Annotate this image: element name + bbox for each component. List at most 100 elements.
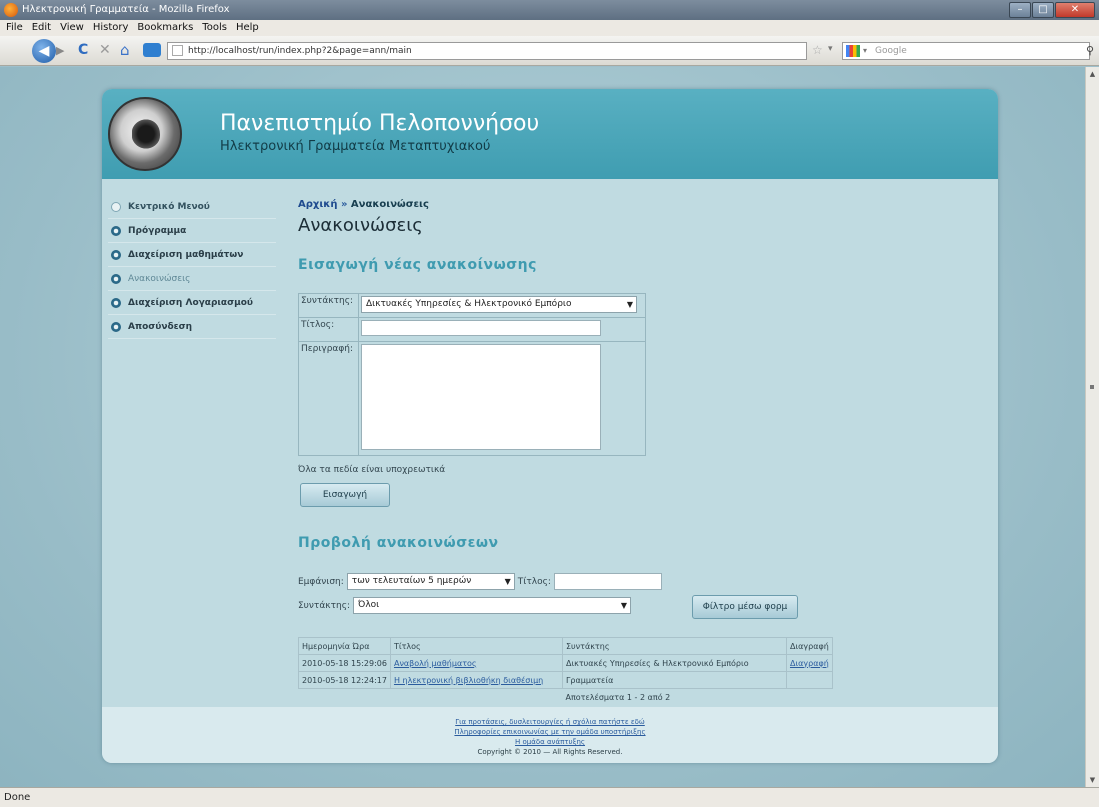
announcement-title-link[interactable]: Η ηλεκτρονική βιβλιοθήκη διαθέσιμη <box>394 676 543 685</box>
author-select[interactable]: Δικτυακές Υπηρεσίες & Ηλεκτρονικό Εμπόρι… <box>361 296 637 313</box>
cell-datetime: 2010-05-18 12:24:17 <box>298 671 391 689</box>
sidebar-item-label: Πρόγραμμα <box>128 225 187 236</box>
author-label: Συντάκτης: <box>298 293 359 318</box>
show-period-select[interactable]: των τελευταίων 5 ημερών ▼ <box>346 573 515 590</box>
university-title: Πανεπιστημίο Πελοποννήσου <box>220 111 540 136</box>
menu-view[interactable]: View <box>60 20 84 36</box>
description-textarea[interactable] <box>361 344 601 450</box>
breadcrumb-home-link[interactable]: Αρχική <box>298 199 337 210</box>
sidebar-item-label: Διαχείριση μαθημάτων <box>128 249 244 260</box>
breadcrumb-current: Ανακοινώσεις <box>350 199 429 210</box>
announcements-table: Ημερομηνία Ώρα Τίτλος Συντάκτης Διαγραφή… <box>298 637 833 706</box>
col-header-author: Συντάκτης <box>561 637 787 655</box>
sidebar-item-course-management[interactable]: Διαχείριση μαθημάτων <box>108 243 276 267</box>
bullet-icon <box>111 322 121 332</box>
breadcrumb-separator: » <box>340 199 348 210</box>
filter-author-label: Συντάκτης: <box>298 600 351 611</box>
bullet-icon <box>111 250 121 260</box>
sidebar-item-label: Ανακοινώσεις <box>128 273 191 284</box>
close-button[interactable]: ✕ <box>1055 2 1095 18</box>
sidebar-item-label: Αποσύνδεση <box>128 321 193 332</box>
reload-icon[interactable]: C <box>78 42 88 58</box>
back-arrow-icon[interactable]: ◀ <box>32 39 56 63</box>
scroll-thumb[interactable] <box>1090 385 1094 389</box>
dev-team-link[interactable]: Η ομάδα ανάπτυξης <box>515 738 585 746</box>
menu-help[interactable]: Help <box>236 20 259 36</box>
university-logo <box>108 97 182 171</box>
url-text: http://localhost/run/index.php?2&page=an… <box>188 46 412 56</box>
vertical-scrollbar[interactable]: ▲ ▼ <box>1085 67 1099 787</box>
sidebar-item-label: Κεντρικό Μενού <box>128 201 210 212</box>
sidebar-item-label: Διαχείριση Λογαριασμού <box>128 297 253 308</box>
view-section-heading: Προβολή ανακοινώσεων <box>298 535 499 551</box>
sidebar-item-announcements[interactable]: Ανακοινώσεις <box>108 267 276 291</box>
contact-link[interactable]: Πληροφορίες επικοινωνίας με την ομάδα υπ… <box>454 728 645 736</box>
sidebar-item-schedule[interactable]: Πρόγραμμα <box>108 219 276 243</box>
page-viewport: Πανεπιστημίο Πελοποννήσου Ηλεκτρονική Γρ… <box>0 67 1085 787</box>
bullet-icon <box>111 298 121 308</box>
filter-title-input[interactable] <box>553 573 662 590</box>
scroll-up-icon[interactable]: ▲ <box>1086 67 1099 81</box>
url-dropdown-icon[interactable]: ▾ <box>828 44 833 54</box>
cell-author: Δικτυακές Υπηρεσίες & Ηλεκτρονικό Εμπόρι… <box>561 654 787 672</box>
status-text: Done <box>4 792 31 803</box>
required-note: Όλα τα πεδία είναι υποχρεωτικά <box>298 465 446 475</box>
search-engine-dropdown-icon[interactable]: ▾ <box>863 43 867 59</box>
announcement-title-link[interactable]: Αναβολή μαθήματος <box>394 659 477 668</box>
col-header-datetime: Ημερομηνία Ώρα <box>298 637 391 655</box>
chevron-down-icon: ▼ <box>626 300 633 309</box>
sidebar-item-main-menu[interactable]: Κεντρικό Μενού <box>108 195 276 219</box>
sidebar: Κεντρικό Μενού Πρόγραμμα Διαχείριση μαθη… <box>108 195 276 339</box>
filter-button[interactable]: Φίλτρο μέσω φορμ <box>692 595 798 619</box>
delete-link[interactable]: Διαγραφή <box>790 659 829 668</box>
show-label: Εμφάνιση: <box>298 576 344 587</box>
scroll-down-icon[interactable]: ▼ <box>1086 773 1099 787</box>
cell-author: Γραμματεία <box>561 671 787 689</box>
menu-bar: File Edit View History Bookmarks Tools H… <box>0 20 1099 36</box>
home-icon[interactable]: ⌂ <box>120 41 130 59</box>
table-row: 2010-05-18 15:29:06 Αναβολή μαθήματος Δι… <box>298 654 833 672</box>
forward-arrow-icon[interactable]: ▶ <box>56 43 72 59</box>
search-magnifier-icon[interactable]: ⚲ <box>1086 44 1094 57</box>
chevron-down-icon: ▼ <box>620 601 628 610</box>
menu-tools[interactable]: Tools <box>202 20 227 36</box>
insert-form-table: Συντάκτης: Δικτυακές Υπηρεσίες & Ηλεκτρο… <box>298 293 646 456</box>
show-period-value: των τελευταίων 5 ημερών <box>351 576 472 586</box>
sidebar-item-account-management[interactable]: Διαχείριση Λογαριασμού <box>108 291 276 315</box>
site-container: Πανεπιστημίο Πελοποννήσου Ηλεκτρονική Γρ… <box>102 89 998 763</box>
chevron-down-icon: ▼ <box>504 577 511 586</box>
feedback-link[interactable]: Για προτάσεις, δυσλειτουργίες ή σχόλια π… <box>455 718 645 726</box>
bullet-icon <box>111 226 121 236</box>
bullet-icon <box>111 274 121 284</box>
menu-history[interactable]: History <box>93 20 129 36</box>
university-subtitle: Ηλεκτρονική Γραμματεία Μεταπτυχιακού <box>220 139 491 154</box>
menu-edit[interactable]: Edit <box>32 20 51 36</box>
sidebar-item-logout[interactable]: Αποσύνδεση <box>108 315 276 339</box>
table-footer-row: Αποτελέσματα 1 - 2 από 2 <box>299 689 833 706</box>
site-footer: Για προτάσεις, δυσλειτουργίες ή σχόλια π… <box>102 707 998 763</box>
breadcrumb: Αρχική » Ανακοινώσεις <box>298 199 978 210</box>
url-bar[interactable]: http://localhost/run/index.php?2&page=an… <box>167 42 807 60</box>
filter-author-select[interactable]: Όλοι ▼ <box>353 597 632 614</box>
stop-icon[interactable]: ✕ <box>99 42 111 58</box>
search-placeholder: Google <box>875 46 907 56</box>
title-label: Τίτλος: <box>298 317 359 342</box>
insert-section-heading: Εισαγωγή νέας ανακοίνωσης <box>298 257 537 273</box>
menu-bookmarks[interactable]: Bookmarks <box>137 20 193 36</box>
author-select-value: Δικτυακές Υπηρεσίες & Ηλεκτρονικό Εμπόρι… <box>366 299 572 309</box>
description-label: Περιγραφή: <box>298 341 359 456</box>
search-bar[interactable]: ▾ Google <box>842 42 1090 60</box>
window-title: Ηλεκτρονική Γραμματεία - Mozilla Firefox <box>22 4 230 15</box>
filter-author-value: Όλοι <box>358 600 380 610</box>
insert-button[interactable]: Εισαγωγή <box>300 483 390 507</box>
google-icon <box>846 45 860 57</box>
minimize-button[interactable]: – <box>1009 2 1031 18</box>
title-input[interactable] <box>361 320 601 336</box>
cell-datetime: 2010-05-18 15:29:06 <box>298 654 391 672</box>
menu-file[interactable]: File <box>6 20 23 36</box>
maximize-button[interactable]: □ <box>1032 2 1054 18</box>
bookmark-star-icon[interactable]: ☆ <box>812 43 823 57</box>
table-header-row: Ημερομηνία Ώρα Τίτλος Συντάκτης Διαγραφή <box>298 637 833 655</box>
bookmarks-icon[interactable] <box>143 43 161 57</box>
window-titlebar: Ηλεκτρονική Γραμματεία - Mozilla Firefox… <box>0 0 1099 20</box>
